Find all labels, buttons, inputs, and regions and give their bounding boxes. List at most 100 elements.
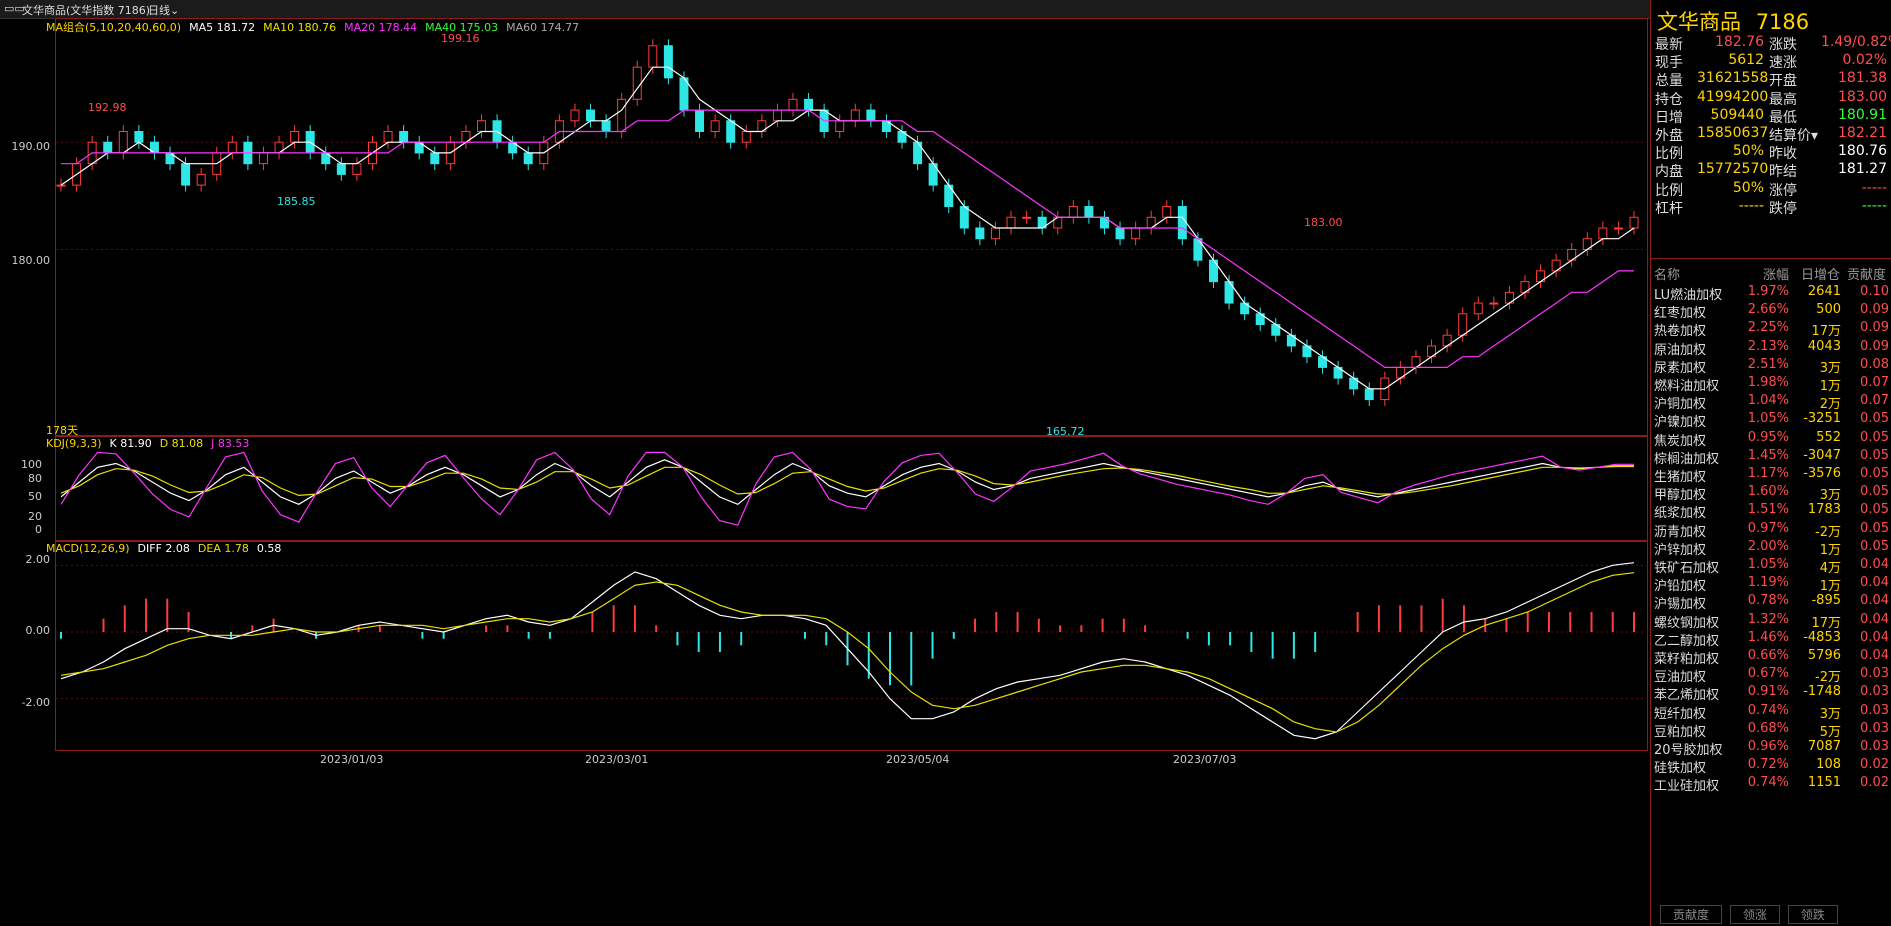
macd-chart[interactable] <box>56 542 1649 752</box>
quote-value: 183.00 <box>1838 88 1887 105</box>
candle <box>383 131 393 143</box>
cell-change: 0.72% <box>1747 757 1789 773</box>
tab-contrib[interactable]: 贡献度 <box>1660 905 1723 924</box>
cell-oi: 1783 <box>1807 502 1841 518</box>
candle <box>695 109 705 133</box>
candle <box>1022 216 1032 219</box>
candle <box>1177 206 1187 240</box>
col-change[interactable]: 涨幅 <box>1763 264 1789 283</box>
cell-name: 乙二醇加权 <box>1654 633 1720 649</box>
candle <box>617 98 627 133</box>
cell-change: 0.68% <box>1747 720 1789 736</box>
cell-name: 沪铜加权 <box>1654 397 1707 413</box>
col-contrib[interactable]: 贡献度 <box>1847 264 1886 283</box>
cell-contrib: 0.05 <box>1860 429 1889 445</box>
cell-contrib: 0.07 <box>1860 393 1889 409</box>
cell-change: 1.19% <box>1747 575 1789 591</box>
cell-contrib: 0.04 <box>1860 575 1889 591</box>
cell-name: 尿素加权 <box>1654 360 1707 376</box>
cell-name: 沪锡加权 <box>1654 597 1707 613</box>
cell-change: 1.32% <box>1747 611 1789 627</box>
cell-contrib: 0.02 <box>1860 757 1889 773</box>
quote-label: 最低 <box>1769 109 1797 126</box>
quote-label: 总量 <box>1655 73 1683 90</box>
candle <box>726 120 736 143</box>
tab-losers[interactable]: 领跌 <box>1787 905 1838 924</box>
quote-label: 日增 <box>1655 109 1683 126</box>
cell-name: 沥青加权 <box>1654 524 1707 540</box>
candle <box>1598 227 1608 240</box>
candle <box>196 173 206 186</box>
cell-name: 棕榈油加权 <box>1654 451 1720 467</box>
table-row[interactable]: 工业硅加权 0.74% 1151 0.02 <box>1651 775 1891 797</box>
cell-name: 原油加权 <box>1654 342 1707 358</box>
cell-change: 1.51% <box>1747 502 1789 518</box>
cell-oi: 17万 <box>1811 324 1841 340</box>
quote-value: 50% <box>1732 179 1764 196</box>
candle <box>772 109 782 122</box>
price-chart[interactable]: 199.16192.98185.85165.72183.00 <box>56 19 1649 437</box>
kdj-chart[interactable] <box>56 437 1649 542</box>
candle <box>1115 227 1125 240</box>
candle <box>1458 313 1468 336</box>
cell-name: 红枣加权 <box>1654 306 1707 322</box>
quote-sidebar: 文华商品 7186 最新 182.76 涨跌 1.49/0.82% 现手 5612… <box>1650 0 1891 926</box>
quote-label: 涨停 <box>1769 182 1797 199</box>
peak-price-label: 192.98 <box>88 101 127 114</box>
candle <box>118 131 128 154</box>
cell-oi: -3047 <box>1803 447 1841 463</box>
quote-label: 昨收 <box>1769 146 1797 163</box>
cell-oi: -3576 <box>1803 466 1841 481</box>
chart-area[interactable]: MA组合(5,10,20,40,60,0) MA5 181.72 MA10 180.… <box>0 18 1650 926</box>
cell-name: 短纤加权 <box>1654 706 1707 722</box>
candle <box>663 45 673 79</box>
quote-label: 结算价▾ <box>1769 128 1819 144</box>
quote-value: 180.76 <box>1838 143 1887 160</box>
y-tick-190: 190.00 <box>11 140 51 153</box>
col-oi[interactable]: 日增仓 <box>1801 264 1840 283</box>
candle <box>1084 206 1094 218</box>
candle <box>430 152 440 165</box>
cell-oi: 17万 <box>1811 615 1841 631</box>
quote-label: 昨结 <box>1769 164 1797 181</box>
period-selector[interactable]: 日线⌄ <box>148 2 179 18</box>
cell-contrib: 0.04 <box>1860 648 1889 663</box>
cell-change: 1.05% <box>1747 557 1789 572</box>
col-name[interactable]: 名称 <box>1654 264 1680 283</box>
tab-gainers[interactable]: 领涨 <box>1729 905 1780 924</box>
cell-change: 0.66% <box>1747 648 1789 663</box>
last-high-label: 183.00 <box>1304 216 1343 229</box>
candle <box>290 131 300 143</box>
candle <box>632 66 642 100</box>
candle <box>523 152 533 165</box>
x-tick-0703: 2023/07/03 <box>1173 753 1237 766</box>
quote-label: 比例 <box>1655 182 1683 199</box>
candle <box>741 131 751 143</box>
cell-change: 2.13% <box>1747 338 1789 354</box>
quote-value: 181.38 <box>1838 70 1887 87</box>
cell-oi: 7087 <box>1807 739 1841 754</box>
contract-title[interactable]: 文华商品(文华指数 7186) <box>22 2 150 18</box>
cell-oi: -895 <box>1811 593 1841 609</box>
candle <box>866 109 876 122</box>
cell-oi: 3万 <box>1819 488 1841 504</box>
candle <box>1629 216 1639 229</box>
candle <box>804 98 814 111</box>
cell-oi: 2万 <box>1819 397 1841 413</box>
cell-change: 1.05% <box>1747 411 1789 427</box>
kdj-panel[interactable]: KDJ(9,3,3) K 81.90 D 81.08 J 83.53 <box>46 436 1649 542</box>
candle <box>477 120 487 133</box>
price-panel[interactable]: MA组合(5,10,20,40,60,0) MA5 181.72 MA10 180.… <box>46 18 1649 437</box>
cell-contrib: 0.08 <box>1860 356 1889 372</box>
candle <box>788 98 798 111</box>
x-tick-0301: 2023/03/01 <box>585 753 649 766</box>
macd-panel[interactable]: MACD(12,26,9) DIFF 2.08 DEA 1.78 0.58 <box>46 541 1649 752</box>
quote-row: 杠杆 ----- 跌停 ----- <box>1651 198 1891 220</box>
cell-oi: 3万 <box>1819 360 1841 376</box>
candle <box>850 109 860 122</box>
cell-name: 工业硅加权 <box>1654 779 1720 795</box>
candle <box>570 109 580 122</box>
quote-label: 杠杆 <box>1655 200 1683 217</box>
quote-value: ----- <box>1861 197 1887 214</box>
cell-name: 豆粕加权 <box>1654 724 1707 740</box>
